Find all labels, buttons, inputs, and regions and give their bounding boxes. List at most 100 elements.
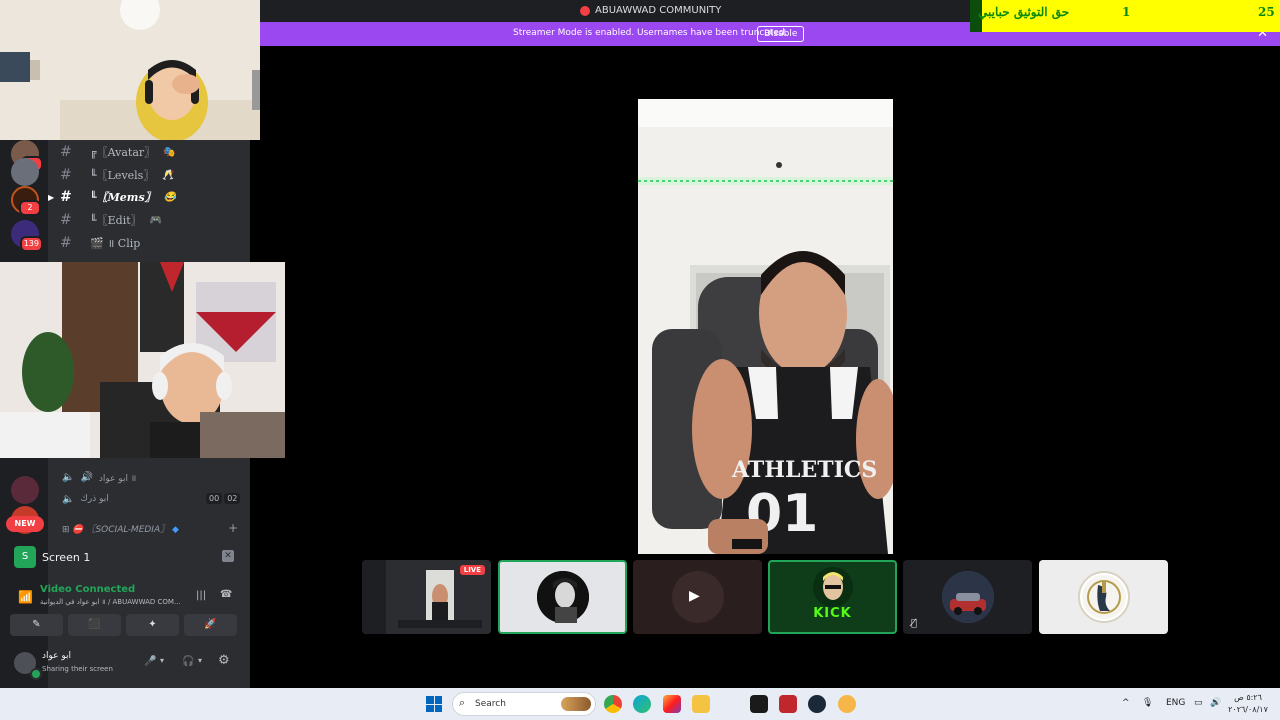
server-icon[interactable]	[11, 158, 39, 186]
microphone-icon[interactable]: 🎙	[1142, 698, 1153, 708]
channel-name: ॥ Clip	[107, 236, 141, 250]
avatar-art	[1081, 575, 1126, 619]
new-pill[interactable]: NEW	[6, 516, 44, 532]
focused-video[interactable]: ATHLETICS 01	[638, 99, 893, 554]
connection-channel[interactable]: ابو عواد في الديوانية ॥ / ABUAWWAD COM..…	[40, 598, 190, 607]
avatar	[941, 571, 994, 623]
language-indicator[interactable]: ENG	[1166, 698, 1185, 708]
stream-ticker-overlay: حق التوثيق حبايبي 1 25	[970, 0, 1280, 32]
ticker-total: 25	[1258, 5, 1275, 19]
soundboard-button[interactable]: 🚀	[184, 614, 237, 636]
server-badge: 2	[19, 200, 41, 216]
channel-name: 〖Mems〗	[96, 191, 156, 204]
clock-time: ٥:٢٦ ص	[1234, 693, 1262, 702]
channel-prefix: ╙	[90, 190, 97, 204]
participant-tile[interactable]	[1039, 560, 1168, 634]
voice-connection-panel: 📶 Video Connected ابو عواد في الديوانية …	[6, 578, 244, 642]
chrome-icon[interactable]	[604, 695, 622, 713]
speaker-icon: 🔈	[62, 471, 75, 483]
display-icon[interactable]: ▭	[1194, 698, 1203, 708]
channel-prefix: 🎬	[90, 236, 104, 250]
webcam-overlay-bottom	[0, 262, 285, 458]
webcam-scene	[0, 0, 260, 140]
webcam-scene	[0, 262, 285, 458]
stop-share-icon[interactable]: ✕	[222, 550, 234, 562]
channel-edit[interactable]: # ╙ 〖Edit〗 🎮	[60, 210, 162, 230]
participant-tile[interactable]	[498, 560, 627, 634]
headphones-icon[interactable]: 🎧	[182, 656, 194, 667]
channel-icon: ⊞ ⛔	[62, 525, 87, 535]
taskbar-search[interactable]: ⌕ Search	[452, 692, 596, 716]
live-badge: LIVE	[459, 565, 485, 575]
disconnect-icon[interactable]: ☎	[220, 589, 232, 600]
stream-tile[interactable]: LIVE	[362, 560, 491, 634]
instagram-icon[interactable]	[663, 695, 681, 713]
timer-seconds: 02	[224, 493, 241, 504]
channel-name: 〖Levels〗	[96, 169, 155, 182]
channel-name: 〖Edit〗	[96, 214, 142, 227]
participant-tile[interactable]: 🎙̸	[903, 560, 1032, 634]
server-icon[interactable]: 2	[11, 186, 41, 216]
participant-tile[interactable]: ▶	[633, 560, 762, 634]
muted-microphone-icon: 🎙̸	[911, 618, 918, 629]
server-icon[interactable]	[11, 476, 39, 504]
windows-start-icon[interactable]	[426, 696, 442, 712]
discord-icon[interactable]	[838, 695, 856, 713]
chevron-down-icon[interactable]: ▾	[198, 656, 202, 665]
voice-user-name: ابو ذرك	[80, 494, 109, 504]
search-label: Search	[475, 699, 506, 709]
camera-off-button[interactable]: ✎	[10, 614, 63, 636]
user-name[interactable]: ابو عواد	[42, 651, 71, 661]
add-channel-icon[interactable]: +	[228, 521, 238, 535]
disable-streamer-mode-button[interactable]: Disable	[757, 26, 805, 42]
search-highlight-icon	[561, 697, 591, 711]
activities-button[interactable]: ✦	[126, 614, 179, 636]
app-icon[interactable]	[779, 695, 797, 713]
gear-icon[interactable]: ⚙	[218, 653, 230, 668]
channel-social-media[interactable]: ⊞ ⛔ 〖SOCIAL-MEDIA〗 ◆	[62, 522, 179, 535]
screen-share-panel[interactable]: S Screen 1 ✕	[6, 542, 244, 572]
voice-user[interactable]: 🔈 ابو ذرك	[62, 490, 109, 508]
avatar	[812, 567, 853, 607]
edge-icon[interactable]	[633, 695, 651, 713]
screen-badge: S	[14, 546, 36, 568]
channel-prefix: ╙	[90, 213, 97, 227]
voice-timer: 00 02	[206, 493, 241, 504]
voice-user[interactable]: 🔈 🔊 ابو عواد ॥	[62, 468, 136, 486]
participant-tile[interactable]: KICK	[768, 560, 897, 634]
steam-icon[interactable]	[808, 695, 826, 713]
microphone-icon[interactable]: 🎤	[144, 656, 156, 667]
avatar-art	[812, 567, 853, 607]
screen-share-button[interactable]: ⬛	[68, 614, 121, 636]
hash-icon: #	[60, 235, 72, 251]
video-scene: ATHLETICS 01	[638, 99, 893, 554]
noise-suppression-icon[interactable]: |||	[196, 590, 206, 601]
channel-avatar[interactable]: # ╔ 〖Avatar〗 🎭	[60, 142, 176, 162]
chevron-down-icon[interactable]: ▾	[160, 656, 164, 665]
channel-clip[interactable]: # 🎬 ॥ Clip	[60, 233, 140, 253]
webcam-overlay-top	[0, 0, 260, 140]
file-explorer-icon[interactable]	[692, 695, 710, 713]
chevron-up-icon[interactable]: ^	[1122, 698, 1130, 708]
avatar-art	[941, 571, 994, 623]
terminal-icon[interactable]	[750, 695, 768, 713]
volume-icon: 🔊	[80, 471, 93, 483]
connection-status[interactable]: Video Connected	[40, 584, 135, 595]
hash-icon: #	[60, 167, 72, 183]
channel-emoji: 🎮	[149, 214, 163, 226]
server-icon[interactable]: 139	[11, 220, 43, 252]
channel-levels[interactable]: # ╙ 〖Levels〗 🥂	[60, 165, 175, 185]
volume-icon[interactable]: 🔊	[1210, 698, 1221, 708]
channel-name: 〖Avatar〗	[96, 146, 156, 159]
video-camera-icon: ▶	[689, 588, 700, 604]
ticker-text: حق التوثيق حبايبي	[978, 5, 1070, 19]
channel-mems[interactable]: # ╙ 〖Mems〗 😂	[60, 187, 176, 207]
user-panel: ابو عواد Sharing their screen 🎤 ▾ 🎧 ▾ ⚙	[6, 646, 244, 682]
rtc-buttons: ✎ ⬛ ✦ 🚀	[10, 614, 237, 636]
user-status: Sharing their screen	[42, 665, 113, 673]
signal-icon[interactable]: 📶	[18, 590, 33, 604]
server-title: ABUAWWAD COMMUNITY	[580, 5, 721, 16]
expand-arrow-icon: ▶	[48, 193, 55, 202]
clock[interactable]: ٥:٢٦ ص ٢٠٢٦/٠٨/١٧	[1226, 692, 1270, 716]
status-dot	[30, 668, 42, 680]
